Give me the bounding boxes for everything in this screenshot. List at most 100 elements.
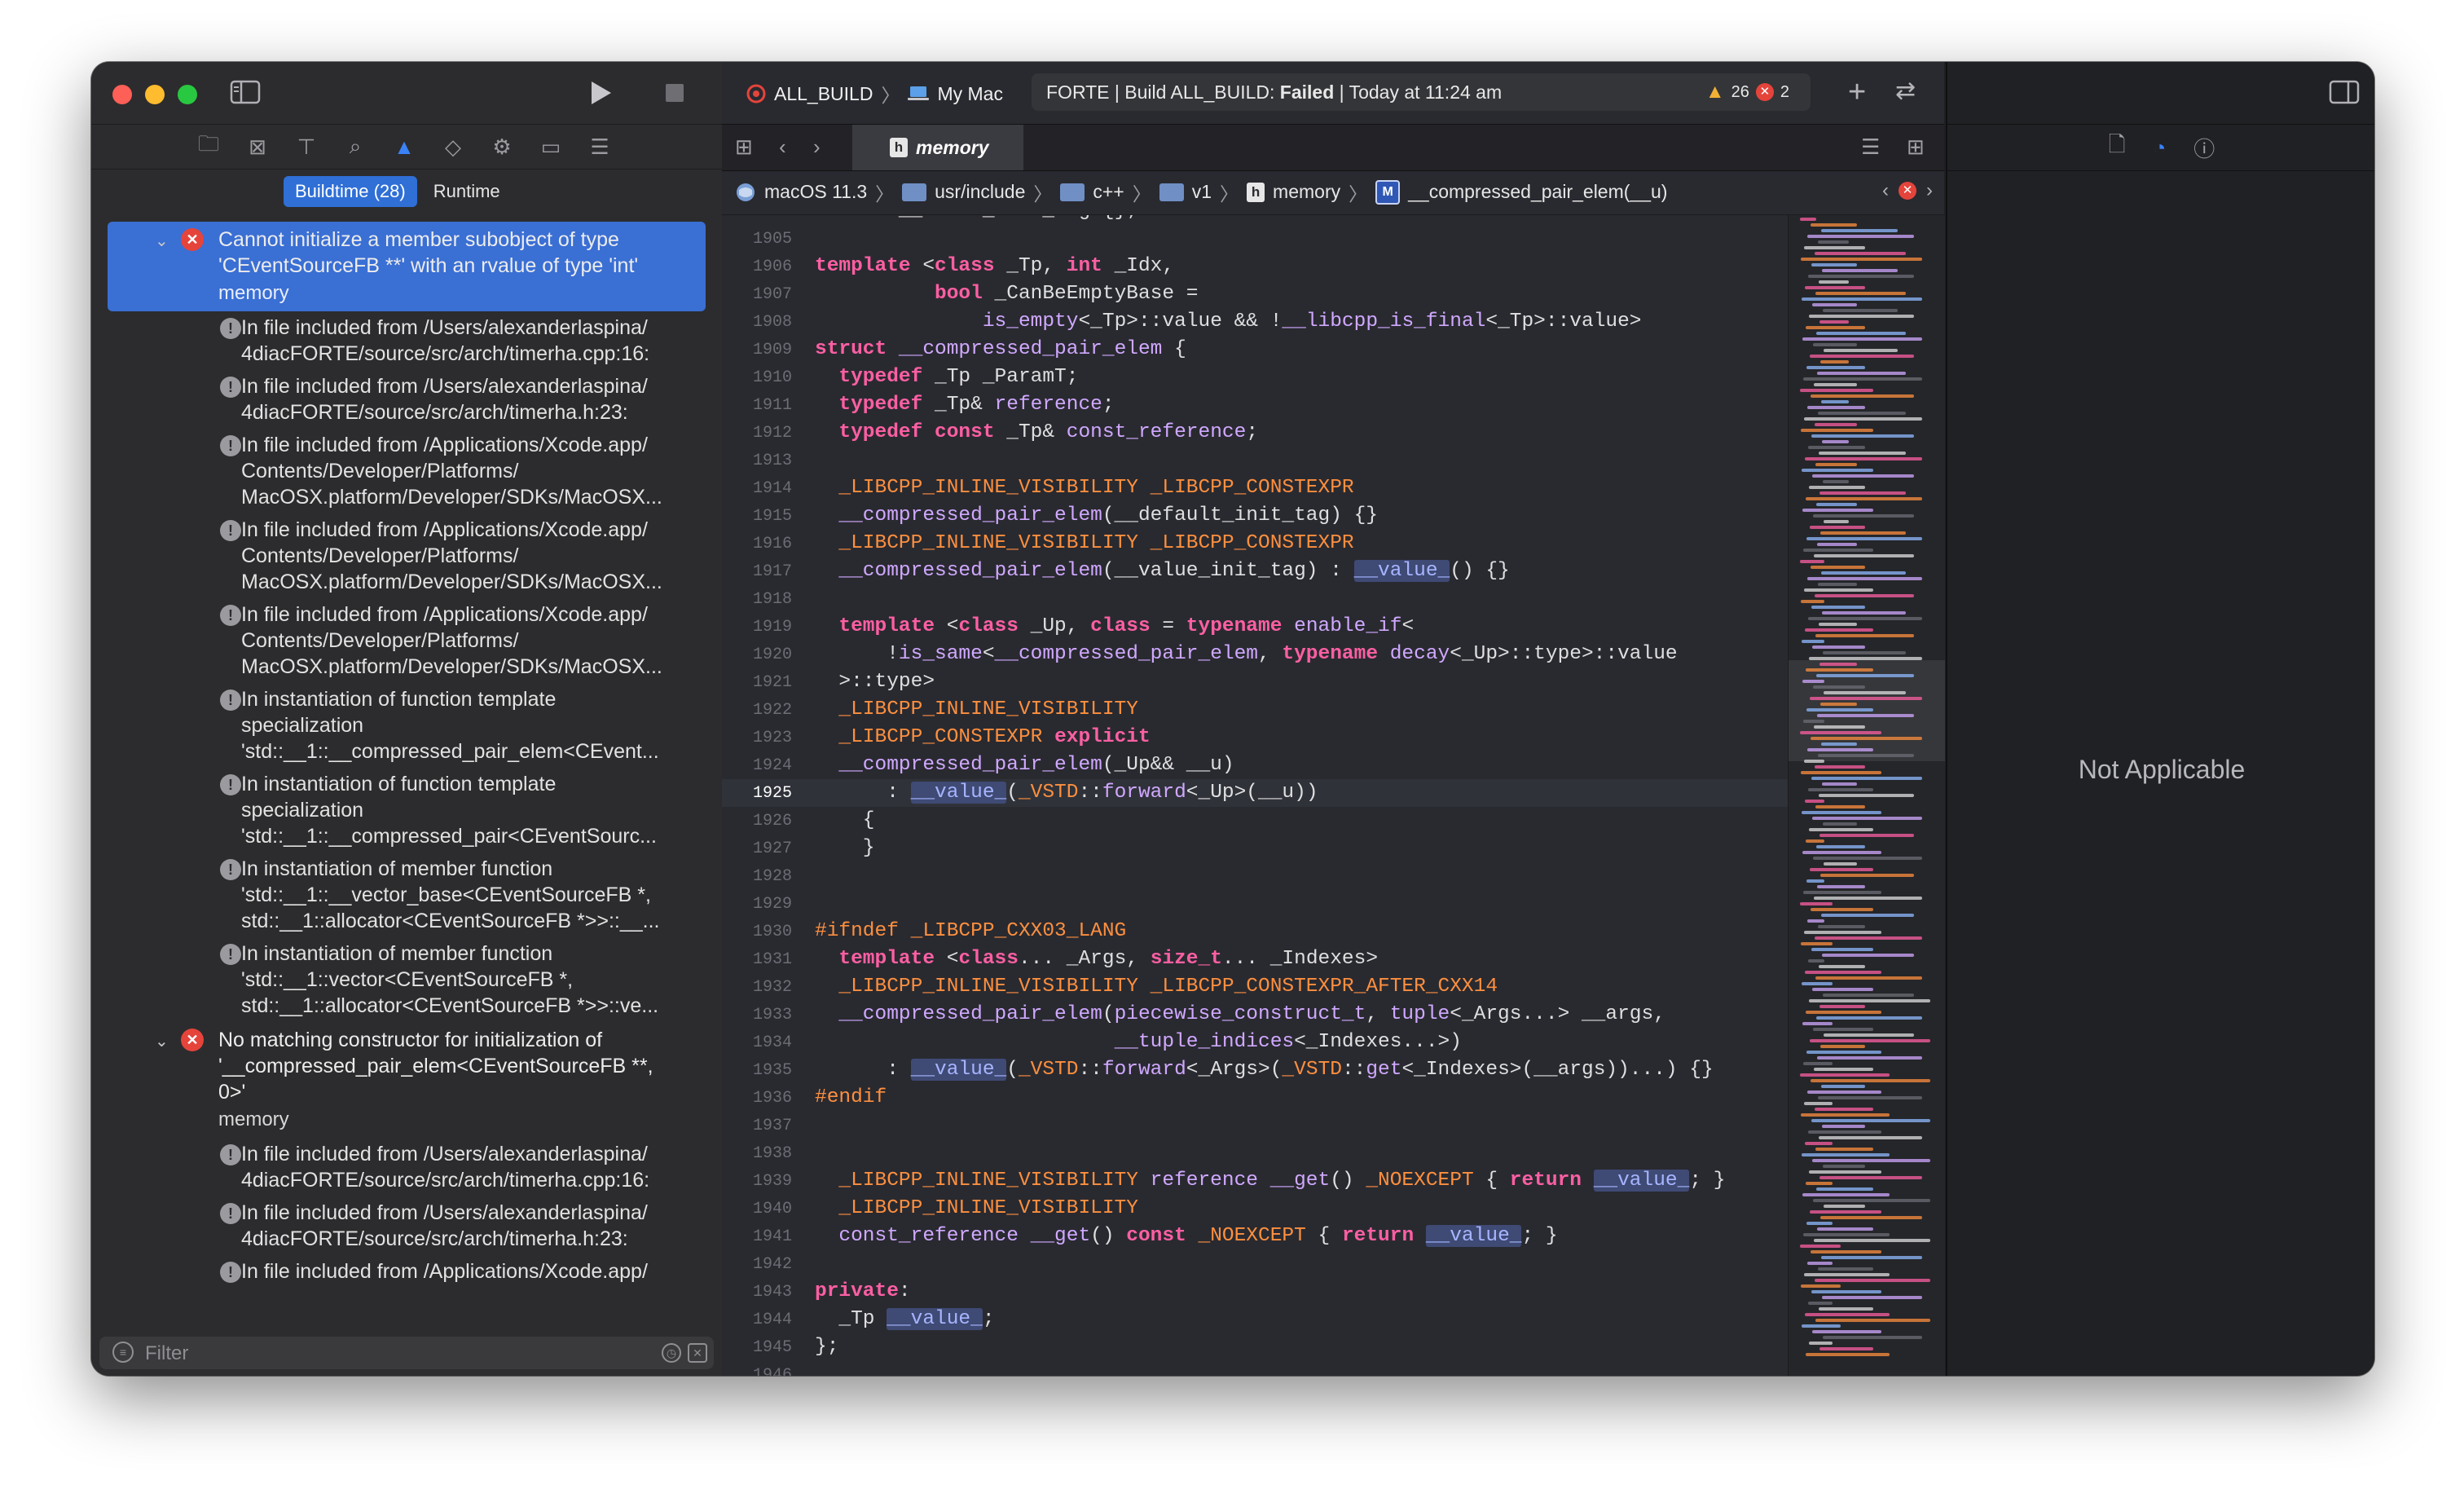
issue-note[interactable]: ! In instantiation of function template sp… [108,768,706,853]
code-line[interactable]: 1923 _LIBCPP_CONSTEXPR explicit [722,724,1788,751]
code-line[interactable]: 1905 [722,225,1788,253]
code-line[interactable]: 1911 typedef _Tp& reference; [722,391,1788,419]
plus-icon[interactable]: + [1848,75,1866,110]
code-line[interactable]: 1934 __tuple_indices<_Indexes...>) [722,1029,1788,1056]
code-line[interactable]: 1913 [722,447,1788,474]
code-line[interactable]: 1914 _LIBCPP_INLINE_VISIBILITY _LIBCPP_C… [722,474,1788,502]
back-icon[interactable]: ‹ [779,134,786,160]
editor-options-icon[interactable]: ☰ [1861,134,1880,160]
zoom-window-button[interactable] [178,85,197,104]
code-line[interactable]: 1909 struct __compressed_pair_elem { [722,336,1788,363]
issue-error[interactable]: ⌄ ✕ Cannot initialize a member subobject o… [108,222,706,311]
code-line[interactable]: 1941 const_reference __get() const _NOEX… [722,1223,1788,1250]
code-line[interactable]: 1943 private: [722,1278,1788,1306]
disclosure-chevron-icon[interactable]: ⌄ [155,228,169,254]
code-line[interactable]: 1904struct __value_init_tag {}; [722,215,1788,225]
code-line[interactable]: 1946 [722,1361,1788,1376]
scheme-selector[interactable]: ALL_BUILD 〉 My Mac [746,80,1003,108]
code-line[interactable]: 1925 : __value_(_VSTD::forward<_Up>(__u)… [722,779,1788,807]
code-line[interactable]: 1942 [722,1250,1788,1278]
issue-icon[interactable]: ▲ [391,134,417,160]
file-inspector-icon[interactable]: 🗋 [2109,130,2126,165]
code-line[interactable]: 1945}; [722,1333,1788,1361]
code-line[interactable]: 1939 _LIBCPP_INLINE_VISIBILITY reference… [722,1167,1788,1195]
issue-note[interactable]: ! In file included from /Users/alexanderl… [108,370,706,429]
code-line[interactable]: 1937 [722,1112,1788,1139]
breadcrumb-sdk[interactable]: macOS 11.3 [764,181,867,203]
breadcrumb-symbol[interactable]: __compressed_pair_elem(__u) [1408,181,1667,203]
issue-note[interactable]: ! In file included from /Users/alexanderl… [108,311,706,370]
code-line[interactable]: 1927 } [722,835,1788,862]
code-line[interactable]: 1935 : __value_(_VSTD::forward<_Args>(_V… [722,1056,1788,1084]
code-line[interactable]: 1930 #ifndef _LIBCPP_CXX03_LANG [722,918,1788,945]
issue-note[interactable]: ! In file included from /Applications/Xco… [108,513,706,598]
symbol-icon[interactable]: ⊤ [293,134,319,160]
disclosure-chevron-icon[interactable]: ⌄ [155,1029,169,1055]
issue-note[interactable]: ! In file included from /Applications/Xco… [108,1255,706,1288]
recent-filter-icon[interactable]: ◷ [662,1343,681,1363]
code-line[interactable]: 1910 typedef _Tp _ParamT; [722,363,1788,391]
previous-issue-icon[interactable]: ‹ [1882,179,1889,202]
stop-icon[interactable] [665,83,684,103]
code-line[interactable]: 1933 __compressed_pair_elem(piecewise_co… [722,1001,1788,1029]
close-window-button[interactable] [112,85,132,104]
code-line[interactable]: 1912 typedef const _Tp& const_reference; [722,419,1788,447]
run-icon[interactable] [588,80,613,106]
breakpoint-icon[interactable]: ▭ [538,134,564,160]
code-line[interactable]: 1915 __compressed_pair_elem(__default_in… [722,502,1788,530]
folder-icon[interactable]: 🗀 [196,131,222,160]
minimap[interactable] [1788,215,1945,1376]
sidebar-toggle-icon[interactable] [230,80,261,104]
issue-note[interactable]: ! In file included from /Users/alexanderl… [108,1196,706,1255]
code-line[interactable]: 1917 __compressed_pair_elem(__value_init… [722,557,1788,585]
issue-error[interactable]: ⌄ ✕ No matching constructor for initializa… [108,1022,706,1138]
issue-filter-icon[interactable]: ✕ [688,1343,707,1363]
issue-counts[interactable]: ▲ 26 ✕ 2 [1705,73,1789,111]
issue-note[interactable]: ! In instantiation of member function 'std… [108,853,706,937]
issue-note[interactable]: ! In file included from /Users/alexanderl… [108,1138,706,1196]
code-line[interactable]: 1919 template <class _Up, class = typena… [722,613,1788,641]
code-line[interactable]: 1907 bool _CanBeEmptyBase = [722,280,1788,308]
add-editor-icon[interactable]: ⊞ [1907,134,1925,160]
code-line[interactable]: 1916 _LIBCPP_INLINE_VISIBILITY _LIBCPP_C… [722,530,1788,557]
tab-buildtime[interactable]: Buildtime (28) [284,176,417,207]
test-icon[interactable]: ◇ [440,134,466,160]
code-line[interactable]: 1944 _Tp __value_; [722,1306,1788,1333]
tab-memory[interactable]: h memory [852,125,1023,170]
code-line[interactable]: 1924 __compressed_pair_elem(_Up&& __u) [722,751,1788,779]
code-line[interactable]: 1920 !is_same<__compressed_pair_elem, ty… [722,641,1788,668]
tab-runtime[interactable]: Runtime [422,176,512,207]
filter-input[interactable] [143,1340,603,1368]
code-line[interactable]: 1940 _LIBCPP_INLINE_VISIBILITY [722,1195,1788,1223]
code-line[interactable]: 1936 #endif [722,1084,1788,1112]
history-icon[interactable]: ◔ [2154,135,2167,161]
code-line[interactable]: 1918 [722,585,1788,613]
code-line[interactable]: 1928 [722,862,1788,890]
code-line[interactable]: 1908 is_empty<_Tp>::value && !__libcpp_i… [722,308,1788,336]
issue-note[interactable]: ! In file included from /Applications/Xco… [108,429,706,513]
forward-icon[interactable]: › [813,134,821,160]
minimize-window-button[interactable] [145,85,165,104]
issue-note[interactable]: ! In instantiation of member function 'std… [108,937,706,1022]
code-area[interactable]: 1904struct __value_init_tag {}; 1905 1906 t… [722,215,1788,1376]
find-icon[interactable]: ⌕ [342,134,368,160]
breadcrumb-memory[interactable]: memory [1273,181,1340,203]
code-line[interactable]: 1929 [722,890,1788,918]
report-icon[interactable]: ☰ [587,134,613,160]
code-line[interactable]: 1926 { [722,807,1788,835]
swap-icon[interactable]: ⇄ [1895,77,1916,105]
help-icon[interactable]: ⓘ [2193,133,2215,163]
grid-icon[interactable]: ⊞ [735,134,753,160]
code-line[interactable]: 1922 _LIBCPP_INLINE_VISIBILITY [722,696,1788,724]
source-control-icon[interactable]: ⊠ [244,134,271,160]
breadcrumb-cpp[interactable]: c++ [1093,181,1124,203]
next-issue-icon[interactable]: › [1926,179,1933,202]
issue-note[interactable]: ! In file included from /Applications/Xco… [108,598,706,683]
code-line[interactable]: 1906 template <class _Tp, int _Idx, [722,253,1788,280]
debug-icon[interactable]: ⚙ [489,134,515,160]
inspector-toggle-icon[interactable] [2329,80,2360,104]
code-line[interactable]: 1932 _LIBCPP_INLINE_VISIBILITY _LIBCPP_C… [722,973,1788,1001]
code-line[interactable]: 1931 template <class... _Args, size_t...… [722,945,1788,973]
breadcrumb-usr-include[interactable]: usr/include [935,181,1025,203]
code-line[interactable]: 1921 >::type> [722,668,1788,696]
